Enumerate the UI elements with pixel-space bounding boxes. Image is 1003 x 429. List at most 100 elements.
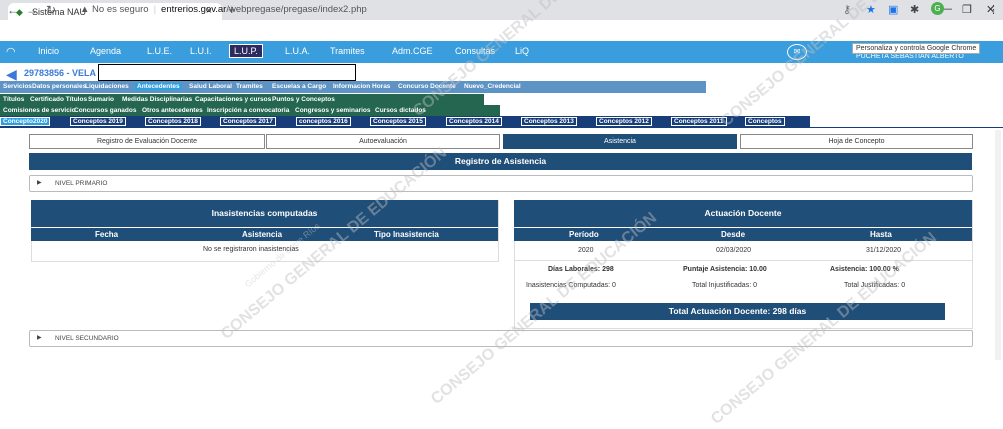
tab-datos-personales[interactable]: Datos personales (32, 83, 86, 90)
col-tipo-inasistencia: Tipo Inasistencia (374, 230, 439, 239)
tab-servicios[interactable]: Servicios (3, 83, 32, 90)
tab-conceptos-2016[interactable]: conceptos 2016 (296, 117, 351, 126)
tabs-row-antecedentes-1: Títulos Certificado Títulos Sumario Medi… (0, 94, 484, 105)
asistencia-porcentaje: Asistencia: 100.00 % (830, 266, 899, 273)
subtab-asistencia[interactable]: Asistencia (503, 134, 737, 149)
nav-lua[interactable]: L.U.A. (285, 46, 310, 56)
subtab-hoja-concepto[interactable]: Hoja de Concepto (740, 134, 973, 149)
tab-concursos-ganados[interactable]: Concursos ganados (74, 107, 136, 114)
tab-otros-antecedentes[interactable]: Otros antecedentes (142, 107, 203, 114)
tab-conceptos[interactable]: Conceptos (745, 117, 785, 126)
col-hasta: Hasta (870, 230, 892, 239)
nivel-primario-label: NIVEL PRIMARIO (55, 180, 108, 187)
url-field[interactable]: ▲ No es seguro | entrerios.gov.ar/webprega… (80, 2, 825, 18)
tab-conceptos-2015[interactable]: Conceptos 2015 (370, 117, 426, 126)
tab-puntos-conceptos[interactable]: Puntos y Conceptos (272, 96, 335, 103)
tab-inscripcion[interactable]: Inscripción a convocatoria (207, 107, 289, 114)
actuacion-title: Actuación Docente (514, 200, 972, 227)
profile-avatar-icon[interactable]: G (931, 2, 944, 15)
col-fecha: Fecha (95, 230, 119, 239)
col-asistencia: Asistencia (242, 230, 283, 239)
desde-value: 02/03/2020 (716, 247, 752, 254)
tab-nuevo-credencial[interactable]: Nuevo_Credencial (464, 83, 521, 90)
back-icon[interactable]: ← (7, 3, 19, 17)
star-icon[interactable]: ★ (866, 3, 876, 16)
col-desde: Desde (721, 230, 746, 239)
redacted-box (98, 64, 356, 81)
nav-admcge[interactable]: Adm.CGE (392, 46, 433, 56)
puzzle-icon[interactable]: ✱ (910, 3, 919, 16)
reload-icon[interactable]: ↻ (46, 3, 56, 17)
tab-capacitaciones[interactable]: Capacitaciones y cursos (195, 96, 271, 103)
url-path: /webpregase/pregase/index2.php (226, 4, 367, 15)
nivel-primario-toggle[interactable]: ▶ NIVEL PRIMARIO (29, 175, 973, 192)
total-justificadas: Total Justificadas: 0 (844, 282, 906, 289)
nav-tramites[interactable]: Tramites (330, 46, 365, 56)
tab-informacion-horas[interactable]: Informacion Horas (333, 83, 390, 90)
tabs-divider (0, 127, 1003, 128)
tab-titulos[interactable]: Títulos (3, 96, 24, 103)
extension-icon[interactable]: ▣ (888, 3, 898, 16)
nav-liq[interactable]: LiQ (515, 46, 529, 56)
inasistencias-empty: No se registraron inasistencias (203, 246, 299, 253)
tab-cursos-dictados[interactable]: Cursos dictados (375, 107, 426, 114)
tab-medidas-disciplinarias[interactable]: Medidas Disciplinarias (122, 96, 192, 103)
tab-sumario[interactable]: Sumario (88, 96, 114, 103)
registro-asistencia-title: Registro de Asistencia (29, 153, 972, 170)
tab-conceptos-2018[interactable]: Conceptos 2018 (145, 117, 201, 126)
tab-conceptos-2014[interactable]: Conceptos 2014 (446, 117, 502, 126)
nav-agenda[interactable]: Agenda (90, 46, 121, 56)
chevron-right-icon: ▶ (37, 180, 42, 186)
forward-icon[interactable]: → (26, 3, 38, 17)
tab-conceptos-2019[interactable]: Conceptos 2019 (70, 117, 126, 126)
total-injustificadas: Total Injustificadas: 0 (692, 282, 757, 289)
tab-comisiones[interactable]: Comisiones de servicio (3, 107, 76, 114)
security-status: No es seguro (92, 4, 149, 15)
tab-tramites[interactable]: Tramites (236, 83, 263, 90)
tab-concepto2020[interactable]: Concepto2020 (0, 117, 51, 126)
menu-kebab-icon[interactable]: ⋮ (988, 3, 999, 16)
app-logo-icon: ◠ (6, 46, 16, 58)
tab-liquidaciones[interactable]: Liquidaciones (85, 83, 129, 90)
tabs-row-main: Servicios Datos personales Liquidaciones… (0, 81, 706, 93)
tab-antecedentes[interactable]: Antecedentes (135, 83, 182, 90)
subtab-registro-evaluacion[interactable]: Registro de Evaluación Docente (29, 134, 265, 149)
dias-laborales: Días Laborales: 298 (548, 266, 614, 273)
tab-salud-laboral[interactable]: Salud Laboral (189, 83, 232, 90)
nav-lue[interactable]: L.U.E. (147, 46, 172, 56)
nivel-secundario-toggle[interactable]: ▶ NIVEL SECUNDARIO (29, 330, 973, 347)
tabs-row-conceptos: Concepto2020 Conceptos 2019 Conceptos 20… (0, 116, 810, 127)
tab-title: Sistema NAU (32, 7, 87, 17)
address-bar (0, 20, 1003, 42)
warning-icon: ▲ (80, 4, 90, 15)
user-name: PUCHETA SEBASTIAN ALBERTO (856, 53, 1003, 63)
nav-consultas[interactable]: Consultas (455, 46, 495, 56)
nav-lui[interactable]: L.U.I. (190, 46, 212, 56)
nivel-secundario-label: NIVEL SECUNDARIO (55, 335, 119, 342)
scrollbar[interactable] (995, 130, 1001, 360)
col-periodo: Período (569, 230, 599, 239)
tab-conceptos-2011[interactable]: Conceptos 2011 (671, 117, 727, 126)
hasta-value: 31/12/2020 (866, 247, 902, 254)
subtab-autoevaluacion[interactable]: Autoevaluación (266, 134, 500, 149)
maximize-icon[interactable]: ❐ (962, 3, 972, 16)
user-id: 29783856 - VELA (24, 68, 97, 78)
tab-concurso-docente[interactable]: Concurso Docente (398, 83, 456, 90)
total-actuacion: Total Actuación Docente: 298 días (530, 303, 945, 320)
row-divider (514, 260, 972, 261)
nav-inicio[interactable]: Inicio (38, 46, 59, 56)
inasistencias-title: Inasistencias computadas (31, 200, 498, 227)
tab-conceptos-2013[interactable]: Conceptos 2013 (521, 117, 577, 126)
mail-icon[interactable]: ✉ (787, 44, 807, 60)
tab-escuelas-cargo[interactable]: Escuelas a Cargo (272, 83, 326, 90)
inasistencias-computadas: Inasistencias Computadas: 0 (526, 282, 616, 289)
url-host: entrerios.gov.ar (161, 4, 227, 15)
puntaje-asistencia: Puntaje Asistencia: 10.00 (683, 266, 767, 273)
tab-certificado-titulos[interactable]: Certificado Títulos (30, 96, 87, 103)
tab-conceptos-2012[interactable]: Conceptos 2012 (596, 117, 652, 126)
chevron-right-icon: ▶ (37, 335, 42, 341)
key-icon[interactable]: ⚷ (843, 3, 851, 16)
nav-lup[interactable]: L.U.P. (229, 44, 263, 58)
tab-congresos[interactable]: Congresos y seminarios (295, 107, 371, 114)
tab-conceptos-2017[interactable]: Conceptos 2017 (220, 117, 276, 126)
